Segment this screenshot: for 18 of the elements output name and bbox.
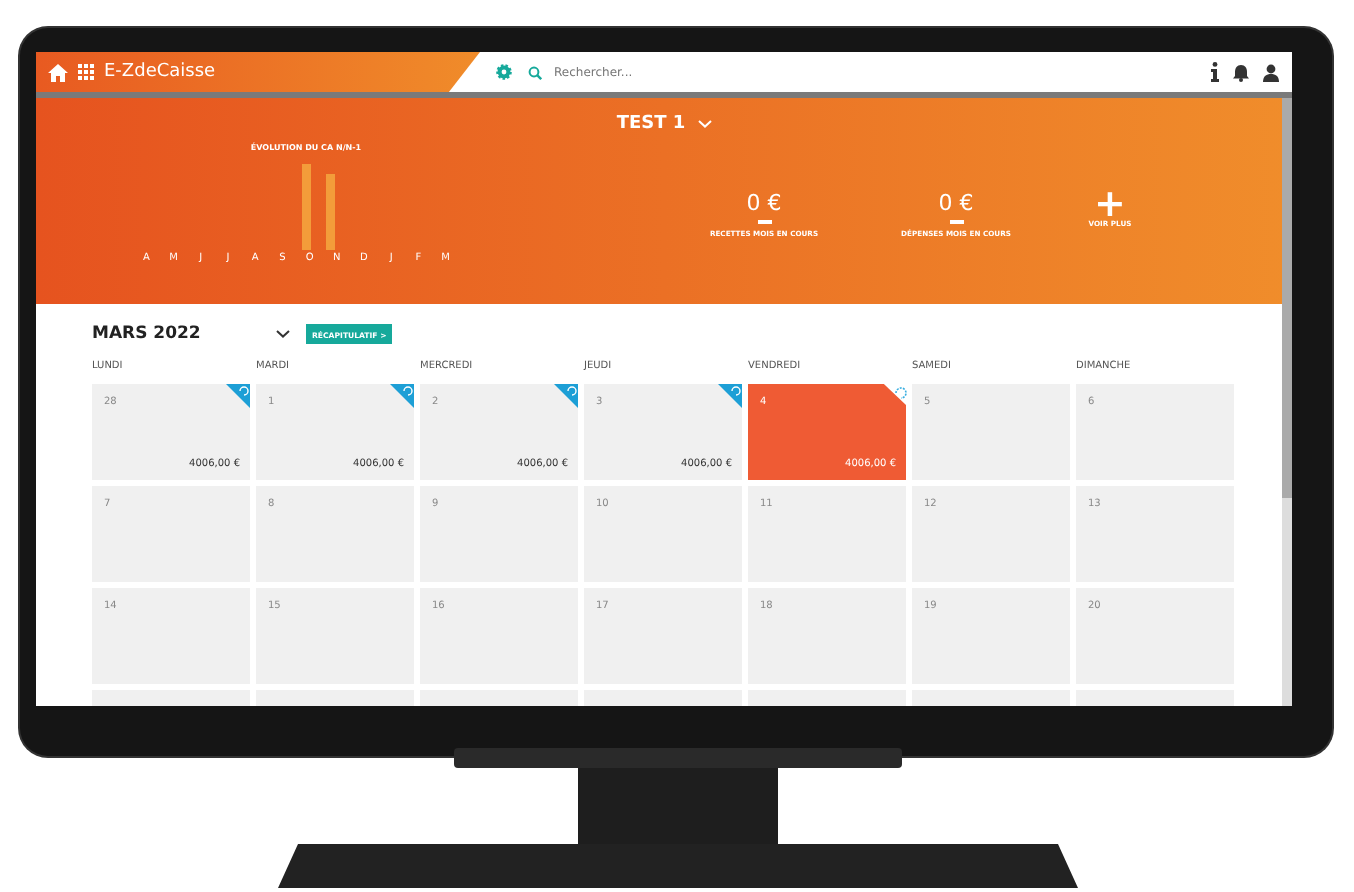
home-icon[interactable] xyxy=(48,63,68,81)
bell-icon[interactable] xyxy=(1232,63,1250,81)
plus-icon[interactable]: + xyxy=(1094,190,1126,220)
month-title: MARS 2022 xyxy=(92,324,203,344)
search-icon[interactable] xyxy=(528,65,542,79)
bar-chart-drawing xyxy=(298,164,338,250)
settings-icon[interactable] xyxy=(496,64,512,80)
store-name: TEST 1 xyxy=(616,114,686,134)
info-icon[interactable] xyxy=(1210,62,1220,82)
user-icon[interactable] xyxy=(1262,63,1280,81)
dash xyxy=(757,220,771,223)
app-name: E-ZdeCaisse xyxy=(104,62,216,82)
grid-icon[interactable] xyxy=(78,64,94,80)
stat-value: 0 € xyxy=(938,190,974,216)
scrollbar[interactable] xyxy=(1282,98,1292,706)
dash xyxy=(949,220,963,223)
chevron-down-icon[interactable] xyxy=(276,330,290,338)
stat-value: 0 € xyxy=(746,190,782,216)
